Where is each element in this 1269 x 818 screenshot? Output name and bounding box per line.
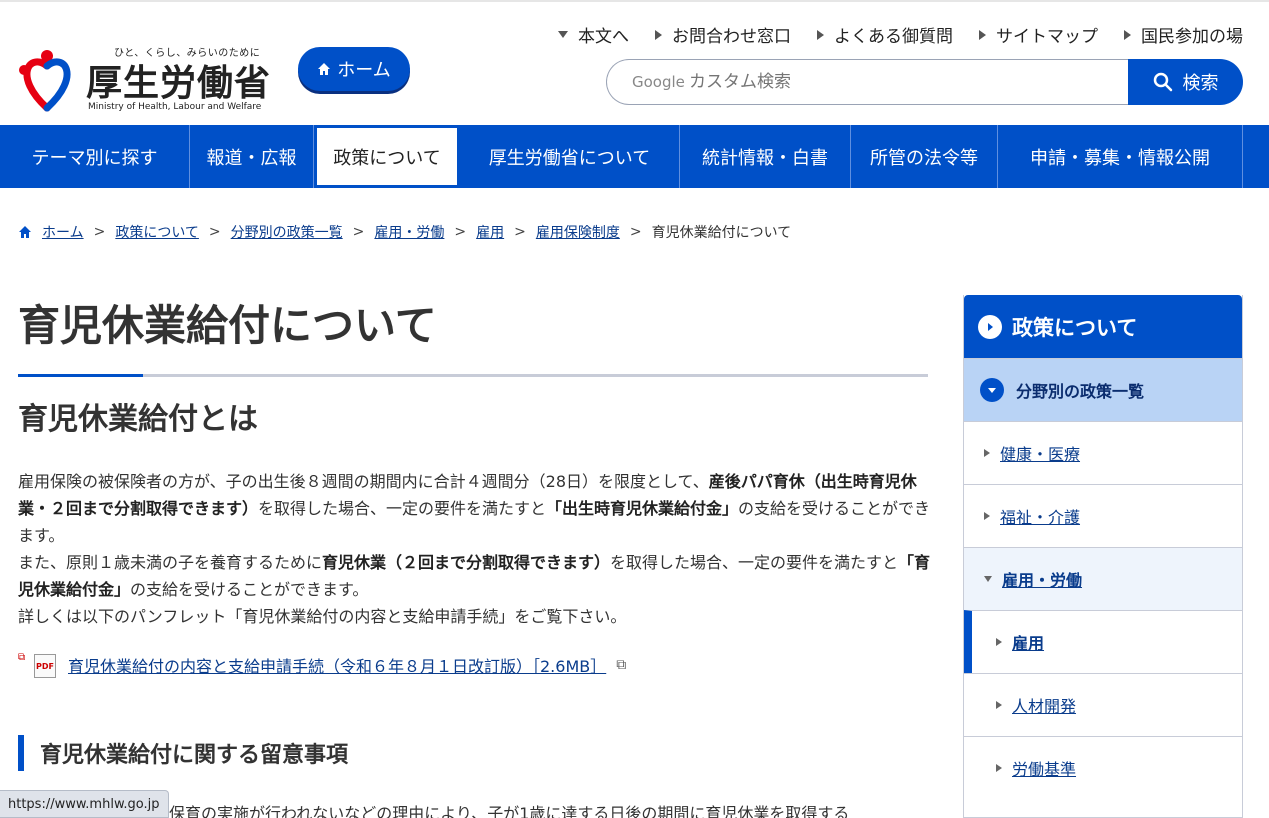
breadcrumb-link-employment-labour[interactable]: 雇用・労働 (374, 222, 444, 242)
breadcrumb-link-insurance[interactable]: 雇用保険制度 (536, 222, 620, 242)
paragraph-paternity-leave: 雇用保険の被保険者の方が、子の出生後８週間の期間内に合計４週間分（28日）を限度… (18, 472, 931, 545)
triangle-right-icon (996, 764, 1002, 772)
top-link-sitemap[interactable]: サイトマップ (979, 22, 1098, 47)
section-heading-overview: 育児休業給付とは (18, 402, 258, 437)
sidebar-header[interactable]: 政策について (964, 295, 1242, 358)
sidebar-subitem-employment[interactable]: 雇用 (964, 610, 1242, 673)
triangle-right-icon (984, 512, 990, 520)
circle-arrow-down-icon (980, 378, 1004, 402)
title-divider (18, 374, 928, 377)
local-nav-sidebar: 政策について 分野別の政策一覧 健康・医療 福祉・介護 雇用・労働 雇用 人材開… (963, 295, 1243, 818)
home-button-label: ホーム (337, 60, 391, 81)
sidebar-category-fields[interactable]: 分野別の政策一覧 (964, 358, 1242, 421)
breadcrumb-current: 育児休業給付について (651, 225, 792, 241)
logo-mark-icon (19, 50, 71, 112)
top-link-skip[interactable]: 本文へ (558, 22, 629, 47)
nav-item-statistics[interactable]: 統計情報・白書 (680, 125, 851, 188)
nav-item-about[interactable]: 厚生労働省について (460, 125, 680, 188)
site-header: ひと、くらし、みらいのために 厚生労働省 Ministry of Health,… (0, 0, 1269, 125)
status-bar-url: https://www.mhlw.go.jp (0, 790, 169, 818)
nav-item-themes[interactable]: テーマ別に探す (0, 125, 190, 188)
sidebar-item-employment-labour[interactable]: 雇用・労働 (964, 547, 1242, 610)
triangle-down-icon (984, 576, 992, 582)
pdf-link-text[interactable]: 育児休業給付の内容と支給申請手続（令和６年８月１日改訂版）［2.6MB］ (68, 653, 606, 677)
triangle-down-icon (558, 31, 568, 38)
overview-text: 雇用保険の被保険者の方が、子の出生後８週間の期間内に合計４週間分（28日）を限度… (18, 468, 933, 630)
section-heading-notes: 育児休業給付に関する留意事項 (18, 735, 348, 771)
breadcrumb-separator: > (352, 224, 365, 240)
nav-item-policy[interactable]: 政策について (314, 125, 460, 188)
breadcrumb-separator: > (629, 224, 642, 240)
breadcrumb-link-home[interactable]: ホーム (42, 222, 84, 242)
title-divider-accent (18, 374, 143, 377)
breadcrumb-separator: > (93, 224, 106, 240)
sidebar-subitem-labour-standards[interactable]: 労働基準 (964, 736, 1242, 799)
triangle-right-icon (984, 449, 990, 457)
utility-links: 本文へ お問合わせ窓口 よくある御質問 サイトマップ 国民参加の場 (558, 22, 1243, 47)
home-icon (318, 63, 331, 75)
search-button[interactable]: 検索 (1128, 59, 1243, 105)
paragraph-pamphlet-note: 詳しくは以下のパンフレット「育児休業給付の内容と支給申請手続」をご覧下さい。 (18, 607, 627, 626)
triangle-right-icon (996, 701, 1002, 709)
breadcrumb-link-employment[interactable]: 雇用 (476, 222, 504, 242)
pamphlet-pdf-link[interactable]: ⧉ PDF 育児休業給付の内容と支給申請手続（令和６年８月１日改訂版）［2.6M… (18, 652, 626, 678)
triangle-right-icon (817, 29, 824, 40)
triangle-right-icon (1124, 29, 1131, 40)
nav-item-applications[interactable]: 申請・募集・情報公開 (998, 125, 1243, 188)
home-button[interactable]: ホーム (298, 47, 410, 91)
pdf-mini-icon: ⧉ (18, 652, 26, 663)
breadcrumb-separator: > (454, 224, 467, 240)
breadcrumb: ホーム > 政策について > 分野別の政策一覧 > 雇用・労働 > 雇用 > 雇… (18, 222, 791, 242)
search-button-label: 検索 (1182, 73, 1219, 94)
top-link-contact[interactable]: お問合わせ窓口 (655, 22, 791, 47)
new-window-icon: ⧉ (616, 657, 627, 673)
breadcrumb-separator: > (208, 224, 221, 240)
paragraph-childcare-leave: また、原則１歳未満の子を養育するために育児休業（２回まで分割取得できます）を取得… (18, 553, 931, 599)
sidebar-item-welfare[interactable]: 福祉・介護 (964, 484, 1242, 547)
triangle-right-icon (996, 638, 1002, 646)
pdf-icon: ⧉ PDF (18, 652, 62, 678)
breadcrumb-separator: > (514, 224, 526, 240)
pdf-badge: PDF (34, 654, 56, 678)
site-search: Google 検索 (606, 59, 1243, 105)
top-link-faq[interactable]: よくある御質問 (817, 22, 953, 47)
circle-arrow-right-icon (978, 314, 1002, 339)
top-link-participation[interactable]: 国民参加の場 (1124, 22, 1243, 47)
search-input[interactable] (606, 59, 1146, 105)
nav-item-laws[interactable]: 所管の法令等 (851, 125, 998, 188)
triangle-right-icon (979, 29, 986, 40)
nav-item-press[interactable]: 報道・広報 (190, 125, 314, 188)
home-icon (19, 226, 31, 238)
global-nav: テーマ別に探す 報道・広報 政策について 厚生労働省について 統計情報・白書 所… (0, 125, 1269, 188)
search-icon (1153, 72, 1172, 92)
logo-title: 厚生労働省 (86, 63, 272, 104)
breadcrumb-link-fields[interactable]: 分野別の政策一覧 (231, 222, 343, 242)
sidebar-item-health[interactable]: 健康・医療 (964, 421, 1242, 484)
logo-subtitle: Ministry of Health, Labour and Welfare (88, 102, 262, 112)
breadcrumb-link-policy[interactable]: 政策について (115, 222, 199, 242)
sidebar-subitem-hr-development[interactable]: 人材開発 (964, 673, 1242, 736)
site-logo[interactable]: ひと、くらし、みらいのために 厚生労働省 Ministry of Health,… (16, 42, 276, 116)
triangle-right-icon (655, 29, 662, 40)
page-title: 育児休業給付について (18, 301, 437, 350)
